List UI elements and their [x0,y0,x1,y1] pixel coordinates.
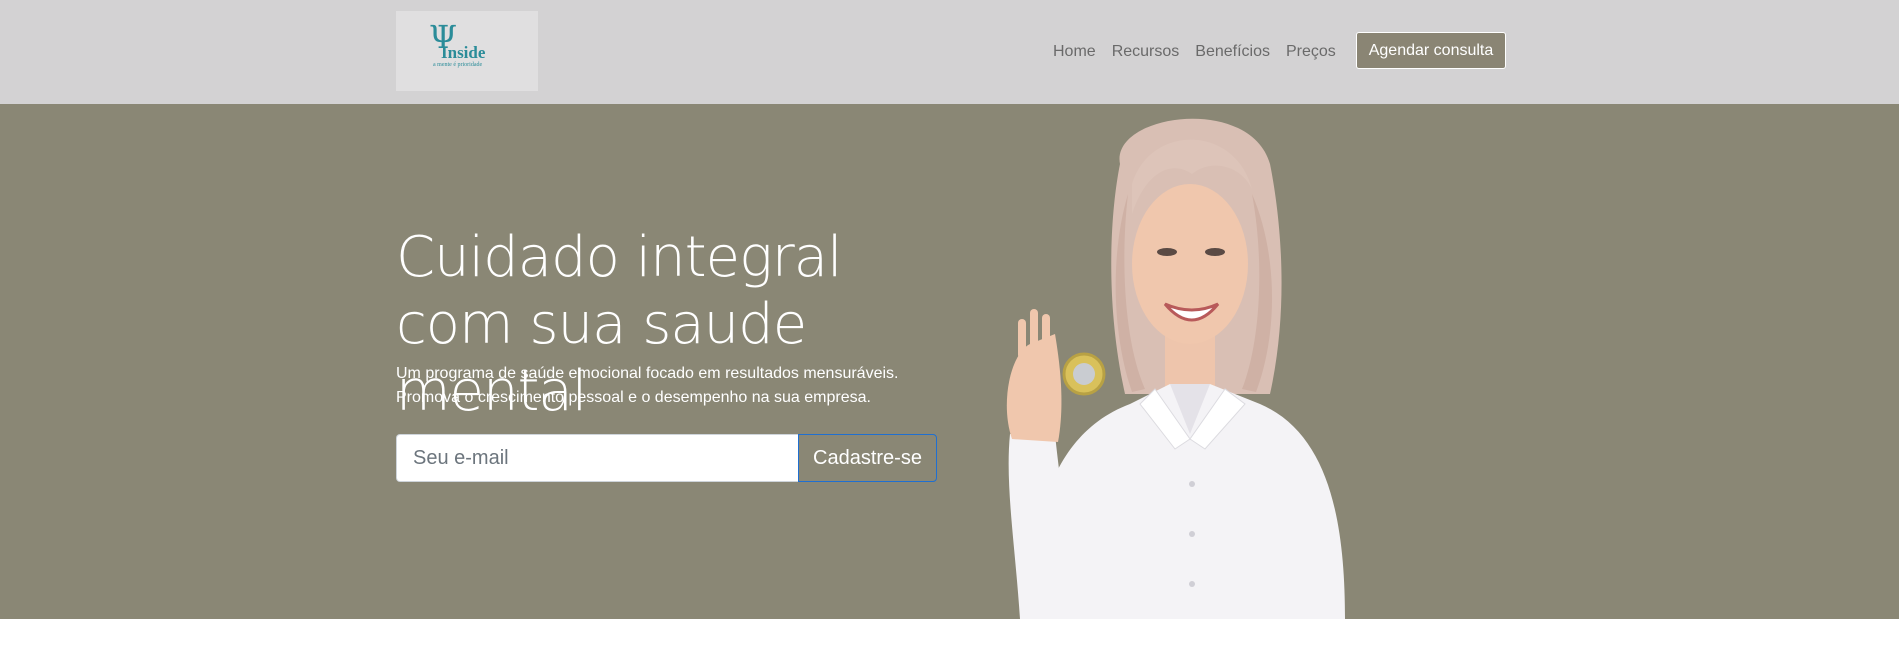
nav-link-beneficios[interactable]: Benefícios [1195,42,1270,62]
main-nav: Home Recursos Benefícios Preços [1053,42,1352,62]
nav-link-recursos[interactable]: Recursos [1112,42,1180,62]
signup-form: Cadastre-se [396,434,937,482]
email-input[interactable] [396,434,798,482]
signup-button[interactable]: Cadastre-se [798,434,937,482]
nav-link-precos[interactable]: Preços [1286,42,1336,62]
logo-tagline: a mente é prioridade [433,62,483,68]
hero-subtitle-line-2: Promova o crescimento pessoal e o desemp… [396,389,871,406]
nav-link-home[interactable]: Home [1053,42,1096,62]
logo-brand-text: Inside [441,43,486,62]
hero-portrait-image [1006,118,1345,619]
hero-subtitle-line-1: Um programa de saúde emocional focado em… [396,365,899,382]
hero-section: Cuidado integral com sua saude mental Um… [0,104,1899,619]
brand-logo[interactable]: Ψ Inside a mente é prioridade [396,11,538,91]
hero-subtitle: Um programa de saúde emocional focado em… [396,362,956,410]
page-bottom-area [0,619,1899,648]
top-navbar: Ψ Inside a mente é prioridade Home Recur… [0,0,1899,104]
schedule-consultation-button[interactable]: Agendar consulta [1356,32,1506,69]
